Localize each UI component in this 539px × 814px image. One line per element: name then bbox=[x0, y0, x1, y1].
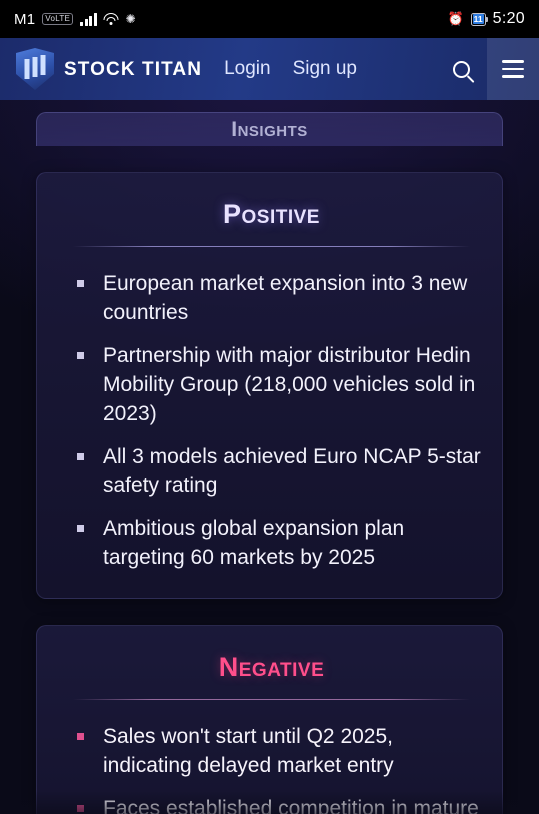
volte-badge: VoLTE bbox=[42, 13, 74, 25]
brand-logo[interactable]: STOCK TITAN bbox=[16, 48, 202, 90]
status-bar-left: M1 VoLTE ✺ bbox=[14, 11, 136, 28]
positive-section-title: Positive bbox=[223, 199, 320, 229]
section-divider bbox=[73, 246, 470, 247]
status-bar-right: ⏰ 11 5:20 bbox=[447, 10, 525, 28]
list-item: Partnership with major distributor Hedin… bbox=[77, 341, 484, 428]
positive-points-list: European market expansion into 3 new cou… bbox=[59, 269, 484, 572]
negative-section-title: Negative bbox=[218, 652, 325, 682]
menu-icon-bar bbox=[502, 67, 524, 71]
app-header: STOCK TITAN Login Sign up bbox=[0, 38, 539, 100]
header-nav: Login Sign up bbox=[224, 58, 357, 80]
battery-level: 11 bbox=[472, 14, 484, 24]
list-item: Faces established competition in mature … bbox=[77, 794, 484, 814]
battery-icon: 11 bbox=[470, 12, 488, 26]
list-item: Ambitious global expansion plan targetin… bbox=[77, 514, 484, 572]
menu-button[interactable] bbox=[487, 38, 539, 100]
menu-icon-bar bbox=[502, 60, 524, 63]
insights-card-partial[interactable]: Insights bbox=[36, 112, 503, 146]
search-button[interactable] bbox=[441, 49, 481, 89]
list-item: All 3 models achieved Euro NCAP 5-star s… bbox=[77, 442, 484, 500]
insights-card-title: Insights bbox=[231, 118, 308, 141]
signal-bars-icon bbox=[80, 12, 97, 26]
bluetooth-icon: ✺ bbox=[125, 12, 136, 26]
positive-section: Positive European market expansion into … bbox=[36, 172, 503, 599]
list-item: European market expansion into 3 new cou… bbox=[77, 269, 484, 327]
list-item: Sales won't start until Q2 2025, indicat… bbox=[77, 722, 484, 780]
shield-logo-icon bbox=[16, 48, 54, 90]
status-bar: M1 VoLTE ✺ ⏰ 11 5:20 bbox=[0, 0, 539, 38]
login-link[interactable]: Login bbox=[224, 58, 271, 80]
alarm-icon: ⏰ bbox=[447, 11, 464, 26]
menu-icon-bar bbox=[502, 75, 524, 78]
wifi-icon bbox=[103, 13, 119, 25]
section-divider bbox=[73, 699, 470, 700]
signup-link[interactable]: Sign up bbox=[293, 58, 357, 80]
negative-points-list: Sales won't start until Q2 2025, indicat… bbox=[59, 722, 484, 814]
negative-section: Negative Sales won't start until Q2 2025… bbox=[36, 625, 503, 814]
brand-name: STOCK TITAN bbox=[64, 58, 203, 80]
search-icon bbox=[452, 60, 470, 78]
page-content: Insights Positive European market expans… bbox=[0, 100, 539, 814]
clock-label: 5:20 bbox=[492, 10, 525, 27]
carrier-label: M1 bbox=[14, 10, 36, 28]
